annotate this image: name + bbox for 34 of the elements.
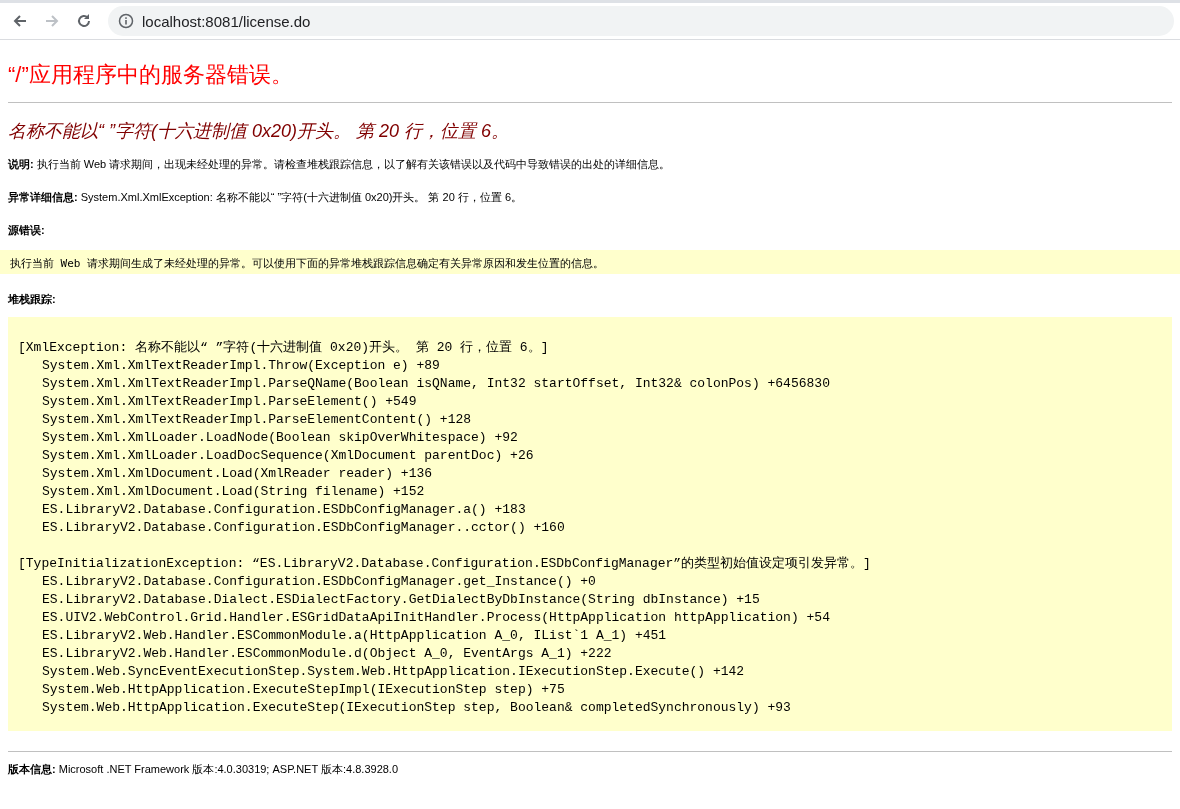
stack-frame: System.Xml.XmlTextReaderImpl.ParseElement() +549: [42, 393, 417, 411]
stack-frame: System.Web.HttpApplication.ExecuteStepImpl(IExecutionStep step) +75: [42, 681, 565, 699]
info-paragraph: 异常详细信息: System.Xml.XmlException: 名称不能以“ ”字符(十六进制值 0x20)开头。 第 20 行，位置 6。: [8, 190, 524, 205]
reload-icon: [76, 13, 92, 29]
version-info: 版本信息: Microsoft .NET Framework 版本:4.0.30319; ASP.NET 版本:4.8.3928.0: [8, 762, 400, 777]
exception-header: [XmlException: 名称不能以“ ”字符(十六进制值 0x20)开头。 第 20 行，位置 6。]: [18, 339, 549, 357]
url-text: localhost:8081/license.do: [142, 12, 311, 30]
section-label: 堆栈跟踪:: [8, 293, 56, 305]
stack-frame: System.Xml.XmlLoader.LoadDocSequence(XmlDocument parentDoc) +26: [42, 447, 534, 465]
stack-frame: System.Xml.XmlTextReaderImpl.Throw(Exception e) +89: [42, 357, 440, 375]
stack-frame: ES.LibraryV2.Database.Dialect.ESDialectFactory.GetDialectByDbInstance(String dbInstance) +15: [42, 591, 760, 609]
info-paragraph: 说明: 执行当前 Web 请求期间，出现未经处理的异常。请检查堆栈跟踪信息，以了解有关该错误以及代码中导致错误的出处的详细信息。: [8, 157, 672, 172]
stack-frame: ES.LibraryV2.Web.Handler.ESCommonModule.a(HttpApplication A_0, IList`1 A_1) +451: [42, 627, 667, 645]
section-label: 源错误:: [8, 224, 45, 236]
page-title: “/”应用程序中的服务器错误。: [8, 61, 294, 89]
stack-frame: System.Xml.XmlDocument.Load(String filename) +152: [42, 483, 425, 501]
stack-frame: ES.LibraryV2.Database.Configuration.ESDbConfigManager.get_Instance() +0: [42, 573, 596, 591]
stack-frame: ES.LibraryV2.Web.Handler.ESCommonModule.d(Object A_0, EventArgs A_1) +222: [42, 645, 612, 663]
stack-frame: System.Xml.XmlTextReaderImpl.ParseQName(Boolean isQName, Int32 startOffset, Int32& colonPos) +6456830: [42, 375, 830, 393]
source-error-text: 执行当前 Web 请求期间生成了未经处理的异常。可以使用下面的异常堆栈跟踪信息确定有关异常原因和发生位置的信息。: [10, 257, 605, 270]
forward-arrow-icon: [44, 13, 60, 29]
stack-frame: System.Web.HttpApplication.ExecuteStep(IExecutionStep step, Boolean& completedSynchronously) +93: [42, 699, 791, 717]
back-arrow-icon: [12, 13, 28, 29]
stack-frame: ES.UIV2.WebControl.Grid.Handler.ESGridDataApiInitHandler.Process(HttpApplication httpApplication) +54: [42, 609, 830, 627]
stack-frame: System.Xml.XmlDocument.Load(XmlReader reader) +136: [42, 465, 433, 483]
stack-frame: System.Xml.XmlLoader.LoadNode(Boolean skipOverWhitespace) +92: [42, 429, 518, 447]
info-icon[interactable]: [118, 13, 134, 29]
address-bar[interactable]: localhost:8081/license.do: [108, 6, 1174, 36]
error-heading: 名称不能以“ ”字符(十六进制值 0x20)开头。 第 20 行，位置 6。: [8, 120, 511, 143]
exception-header: [TypeInitializationException: “ES.LibraryV2.Database.Configuration.ESDbConfigManager”的类型初始值设定项引发异常。]: [18, 555, 871, 573]
stack-frame: ES.LibraryV2.Database.Configuration.ESDbConfigManager.a() +183: [42, 501, 526, 519]
stack-frame: ES.LibraryV2.Database.Configuration.ESDbConfigManager..cctor() +160: [42, 519, 565, 537]
stack-frame: System.Web.SyncEventExecutionStep.System.Web.HttpApplication.IExecutionStep.Execute() +142: [42, 663, 745, 681]
stack-frame: System.Xml.XmlTextReaderImpl.ParseElementContent() +128: [42, 411, 472, 429]
